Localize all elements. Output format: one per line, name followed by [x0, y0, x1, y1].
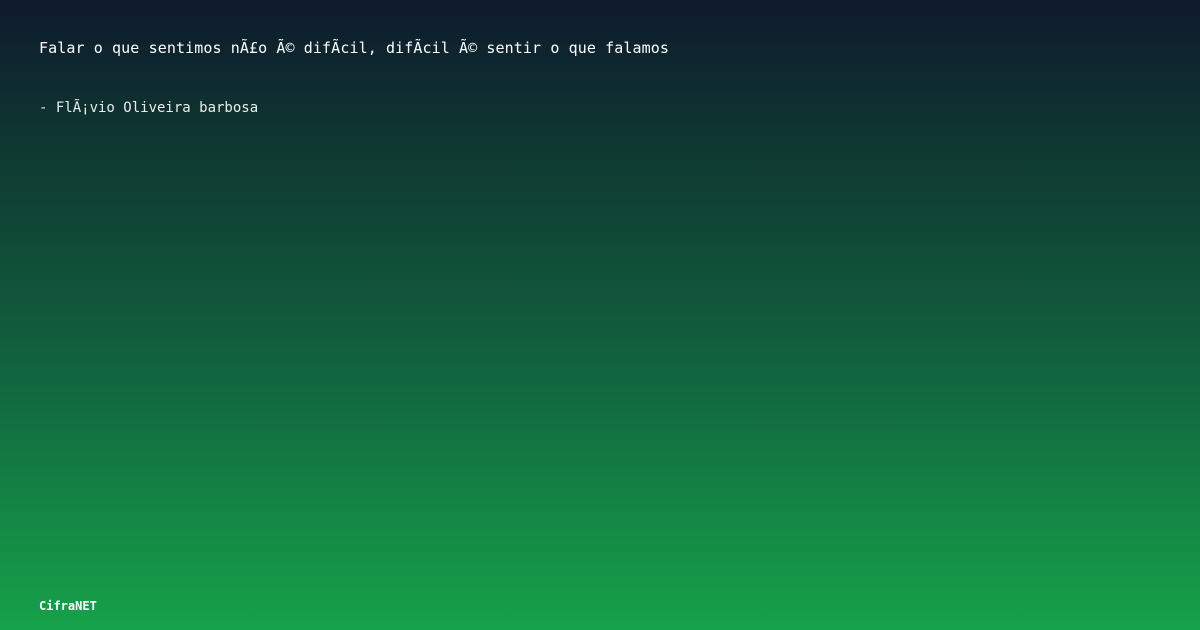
quote-card: Falar o que sentimos nÃ£o Ã© difÃ­cil, d… — [0, 0, 1200, 630]
brand-name: CifraNET — [39, 599, 97, 613]
quote-author: - FlÃ¡vio Oliveira barbosa — [39, 100, 259, 116]
quote-text: Falar o que sentimos nÃ£o Ã© difÃ­cil, d… — [39, 39, 670, 57]
